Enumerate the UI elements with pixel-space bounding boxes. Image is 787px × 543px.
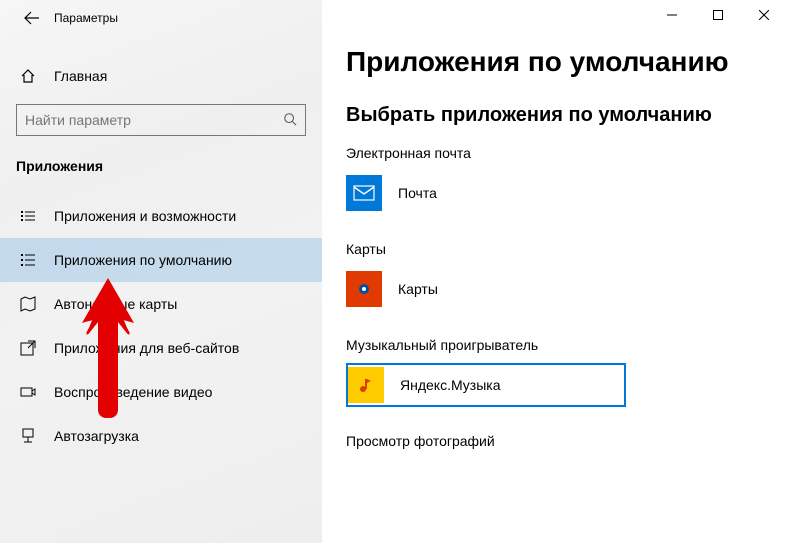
maximize-icon	[713, 10, 723, 20]
app-name: Яндекс.Музыка	[400, 377, 501, 393]
category-label-music: Музыкальный проигрыватель	[346, 337, 763, 353]
app-name: Карты	[398, 281, 438, 297]
back-arrow-icon	[24, 10, 40, 26]
search-box[interactable]	[16, 104, 306, 136]
sidebar-section-heading: Приложения	[0, 136, 322, 184]
content-pane: Приложения по умолчанию Выбрать приложен…	[322, 0, 787, 543]
search-input[interactable]	[25, 112, 283, 128]
window-title: Параметры	[54, 11, 118, 25]
sidebar-item-startup[interactable]: Автозагрузка	[0, 414, 322, 458]
window-controls	[649, 0, 787, 30]
sidebar-item-apps-for-websites[interactable]: Приложения для веб-сайтов	[0, 326, 322, 370]
minimize-button[interactable]	[649, 0, 695, 30]
sidebar-item-label: Автономные карты	[54, 296, 177, 312]
open-icon	[18, 340, 38, 356]
home-icon	[18, 68, 38, 84]
page-title: Приложения по умолчанию	[346, 46, 763, 78]
sidebar-item-label: Приложения по умолчанию	[54, 252, 232, 268]
music-icon	[348, 367, 384, 403]
title-bar: Параметры	[0, 0, 322, 36]
sidebar-item-default-apps[interactable]: Приложения по умолчанию	[0, 238, 322, 282]
home-label: Главная	[54, 68, 107, 84]
sidebar-item-video-playback[interactable]: Воспроизведение видео	[0, 370, 322, 414]
maps-icon	[346, 271, 382, 307]
home-nav[interactable]: Главная	[0, 56, 322, 96]
maximize-button[interactable]	[695, 0, 741, 30]
startup-icon	[18, 428, 38, 444]
sidebar: Параметры Главная Приложения Приложен	[0, 0, 322, 543]
sidebar-item-label: Приложения и возможности	[54, 208, 236, 224]
default-app-email[interactable]: Почта	[346, 171, 763, 215]
app-name: Почта	[398, 185, 437, 201]
default-app-music[interactable]: Яндекс.Музыка	[346, 363, 626, 407]
close-icon	[759, 10, 769, 20]
mail-icon	[346, 175, 382, 211]
default-app-maps[interactable]: Карты	[346, 267, 763, 311]
sidebar-item-apps-features[interactable]: Приложения и возможности	[0, 194, 322, 238]
category-label-maps: Карты	[346, 241, 763, 257]
back-button[interactable]	[16, 2, 48, 34]
sidebar-item-label: Автозагрузка	[54, 428, 139, 444]
video-icon	[18, 384, 38, 400]
sub-title: Выбрать приложения по умолчанию	[346, 104, 763, 127]
defaults-icon	[18, 252, 38, 268]
sidebar-item-offline-maps[interactable]: Автономные карты	[0, 282, 322, 326]
category-label-photos: Просмотр фотографий	[346, 433, 763, 449]
sidebar-item-label: Воспроизведение видео	[54, 384, 212, 400]
sidebar-nav: Приложения и возможности Приложения по у…	[0, 194, 322, 458]
close-button[interactable]	[741, 0, 787, 30]
category-label-email: Электронная почта	[346, 145, 763, 161]
list-icon	[18, 208, 38, 224]
sidebar-item-label: Приложения для веб-сайтов	[54, 340, 239, 356]
map-icon	[18, 296, 38, 312]
search-icon	[283, 112, 297, 129]
minimize-icon	[667, 10, 677, 20]
